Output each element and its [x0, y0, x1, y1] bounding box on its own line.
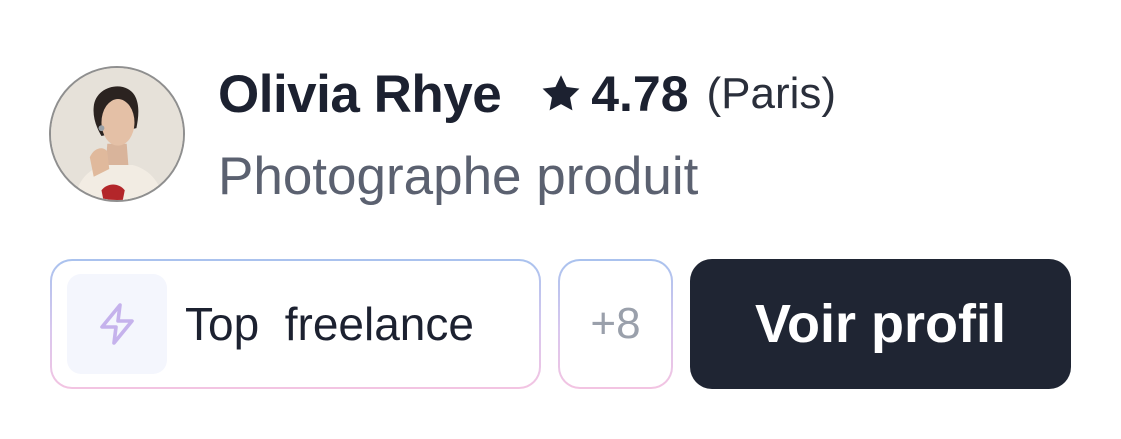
lightning-bolt-icon	[100, 303, 134, 345]
star-icon	[542, 75, 580, 111]
rating-value: 4.78	[591, 66, 689, 122]
job-title: Photographe produit	[218, 147, 699, 206]
top-freelance-badge: Top freelance	[50, 259, 541, 389]
name-row: Olivia Rhye 4.78 (Paris)	[218, 62, 836, 126]
rating: 4.78	[539, 65, 689, 123]
more-badges-count: +8	[590, 299, 641, 348]
avatar-photo	[51, 68, 183, 200]
view-profile-button[interactable]: Voir profil	[690, 259, 1071, 389]
freelancer-card: Olivia Rhye 4.78 (Paris) Photographe pro…	[0, 0, 1121, 439]
location: (Paris)	[706, 69, 837, 118]
freelancer-name: Olivia Rhye	[218, 64, 502, 124]
badge-label: Top freelance	[185, 298, 474, 350]
badge-icon-container	[67, 274, 167, 374]
more-badges-button[interactable]: +8	[558, 259, 673, 389]
avatar[interactable]	[49, 66, 185, 202]
